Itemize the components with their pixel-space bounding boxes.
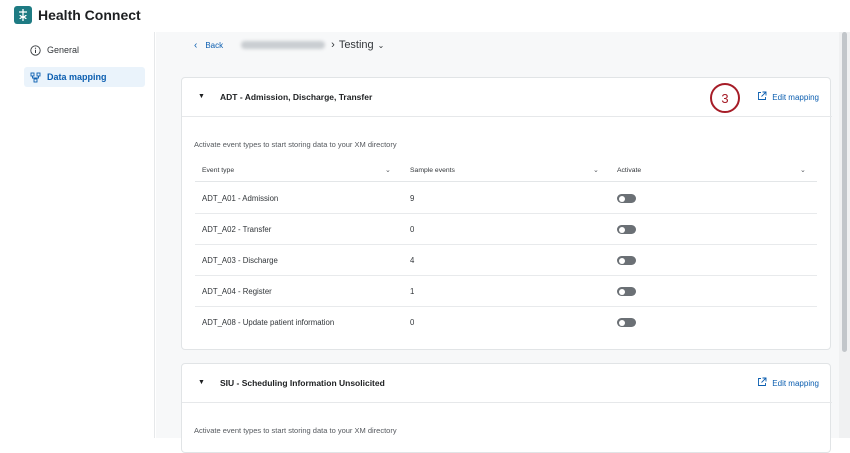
- sample-events-cell: 1: [410, 287, 415, 296]
- edit-mapping-label: Edit mapping: [772, 92, 819, 102]
- toggle-knob: [618, 226, 625, 233]
- step-callout: 3: [710, 83, 740, 113]
- activate-toggle[interactable]: [617, 225, 636, 234]
- event-type-cell: ADT_A02 - Transfer: [202, 225, 272, 234]
- sidebar-item-general[interactable]: General: [24, 40, 145, 60]
- section-title: ADT - Admission, Discharge, Transfer: [220, 92, 373, 102]
- section-header[interactable]: ▼ SIU - Scheduling Information Unsolicit…: [182, 364, 832, 403]
- table-row: ADT_A03 - Discharge 4: [195, 245, 817, 276]
- external-link-icon: [757, 377, 767, 389]
- toggle-knob: [618, 319, 625, 326]
- table-row: ADT_A08 - Update patient information 0: [195, 307, 817, 338]
- sample-events-cell: 4: [410, 256, 415, 265]
- breadcrumb-current[interactable]: Testing: [339, 39, 374, 51]
- breadcrumb: ‹ Back › Testing ⌄: [194, 37, 384, 53]
- event-type-cell: ADT_A08 - Update patient information: [202, 318, 335, 327]
- chevron-down-icon[interactable]: ⌄: [593, 166, 599, 174]
- sidebar-item-label: General: [47, 45, 80, 55]
- chevron-down-icon[interactable]: ⌄: [385, 166, 391, 174]
- health-connect-logo-icon: [14, 6, 32, 24]
- column-header-event-type: Event type: [202, 167, 235, 174]
- event-type-cell: ADT_A03 - Discharge: [202, 256, 278, 265]
- edit-mapping-label: Edit mapping: [772, 378, 819, 388]
- sidebar: General Data mapping: [0, 32, 155, 438]
- activate-toggle[interactable]: [617, 256, 636, 265]
- external-link-icon: [757, 91, 767, 103]
- scrollbar-thumb[interactable]: [842, 32, 847, 352]
- back-link[interactable]: ‹ Back: [194, 40, 223, 51]
- toggle-knob: [618, 257, 625, 264]
- table-row: ADT_A04 - Register 1: [195, 276, 817, 307]
- toggle-knob: [618, 288, 625, 295]
- step-number: 3: [721, 90, 729, 106]
- toggle-knob: [618, 195, 625, 202]
- chevron-down-icon[interactable]: ⌄: [800, 166, 806, 174]
- sample-events-cell: 0: [410, 225, 415, 234]
- breadcrumb-redacted-item[interactable]: [241, 41, 326, 49]
- app-title: Health Connect: [38, 7, 141, 23]
- breadcrumb-separator-icon: ›: [331, 39, 335, 51]
- column-header-sample-events: Sample events: [410, 167, 455, 174]
- top-bar: Health Connect: [0, 0, 850, 32]
- table-header: Event type ⌄ Sample events ⌄ Activate ⌄: [195, 160, 817, 182]
- section-header[interactable]: ▼ ADT - Admission, Discharge, Transfer 3…: [182, 78, 832, 117]
- sample-events-cell: 0: [410, 318, 415, 327]
- edit-mapping-link[interactable]: Edit mapping: [757, 377, 819, 389]
- table-row: ADT_A02 - Transfer 0: [195, 214, 817, 245]
- activate-toggle[interactable]: [617, 318, 636, 327]
- vertical-scrollbar[interactable]: [839, 32, 850, 438]
- sidebar-item-data-mapping[interactable]: Data mapping: [24, 67, 145, 87]
- section-description: Activate event types to start storing da…: [194, 426, 397, 435]
- sidebar-item-label: Data mapping: [47, 72, 107, 82]
- data-mapping-icon: [29, 71, 41, 83]
- main-content: ‹ Back › Testing ⌄ ▼ ADT - Admission, Di…: [156, 32, 839, 453]
- collapse-caret-icon[interactable]: ▼: [198, 379, 205, 386]
- activate-toggle[interactable]: [617, 194, 636, 203]
- chevron-down-icon[interactable]: ⌄: [378, 41, 385, 50]
- chevron-left-icon: ‹: [194, 39, 198, 51]
- edit-mapping-link[interactable]: Edit mapping: [757, 91, 819, 103]
- table-row: ADT_A01 - Admission 9: [195, 183, 817, 214]
- event-type-cell: ADT_A04 - Register: [202, 287, 272, 296]
- collapse-caret-icon[interactable]: ▼: [198, 93, 205, 100]
- event-type-cell: ADT_A01 - Admission: [202, 194, 279, 203]
- activate-toggle[interactable]: [617, 287, 636, 296]
- section-card-adt: ▼ ADT - Admission, Discharge, Transfer 3…: [181, 77, 832, 350]
- section-description: Activate event types to start storing da…: [194, 140, 397, 149]
- column-header-activate: Activate: [617, 167, 642, 174]
- section-title: SIU - Scheduling Information Unsolicited: [220, 378, 385, 388]
- back-label: Back: [205, 40, 224, 50]
- section-card-siu: ▼ SIU - Scheduling Information Unsolicit…: [181, 363, 832, 453]
- info-icon: [29, 44, 41, 56]
- sample-events-cell: 9: [410, 194, 415, 203]
